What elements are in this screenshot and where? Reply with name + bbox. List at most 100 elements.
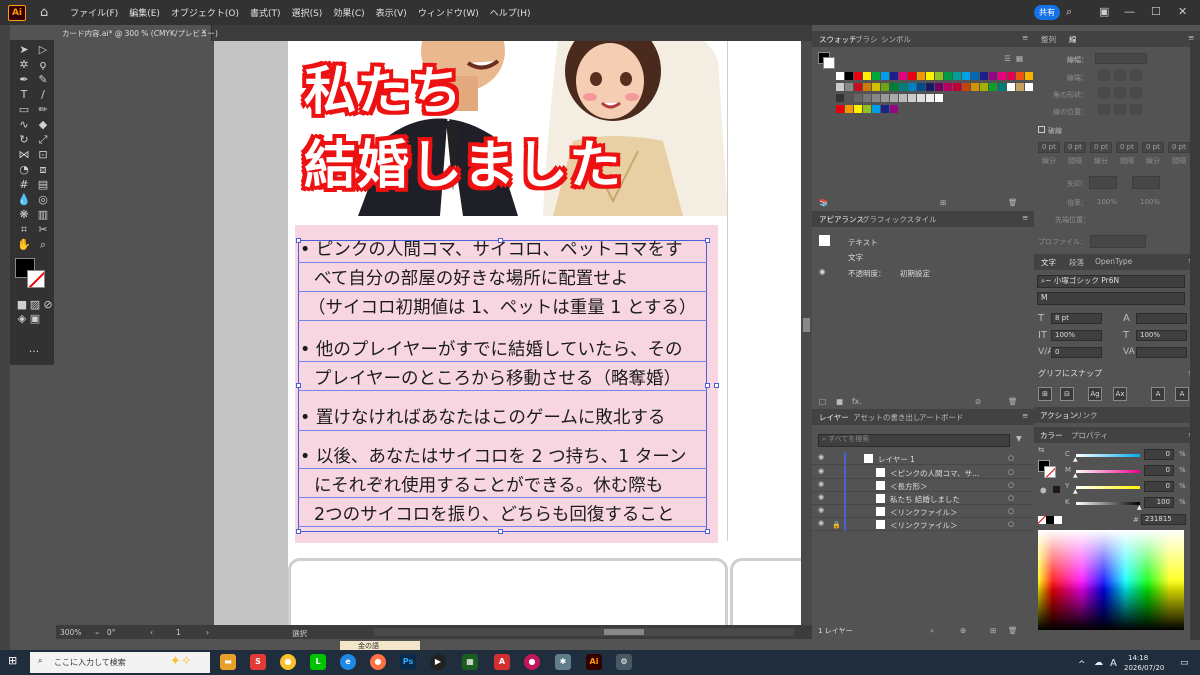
swatch[interactable] [917, 83, 925, 91]
vertical-scrollbar[interactable] [801, 41, 812, 625]
appearance-text[interactable]: テキスト [848, 237, 878, 248]
layers-search-input[interactable]: ⌕ すべてを検索 [818, 434, 1010, 447]
channel-slider[interactable] [1076, 486, 1140, 489]
add-stroke-icon[interactable]: □ [819, 397, 826, 406]
arrow-end-select[interactable] [1132, 176, 1160, 189]
swatch[interactable] [899, 72, 907, 80]
appearance-char[interactable]: 文字 [848, 252, 863, 263]
type-tool-icon[interactable]: T [16, 88, 32, 102]
swatch[interactable] [953, 83, 961, 91]
snap-angle-button[interactable]: A [1151, 387, 1165, 401]
swatch-stroke[interactable] [823, 57, 835, 69]
swatch[interactable] [980, 72, 988, 80]
swap-colors-icon[interactable]: ⇆ [1038, 445, 1044, 454]
dash-value-field[interactable]: 0 pt [1142, 142, 1164, 153]
profile-select[interactable] [1090, 235, 1146, 248]
photoshop-icon[interactable]: Ps [400, 654, 416, 670]
swatch[interactable] [836, 105, 844, 113]
stroke-weight-field[interactable] [1095, 53, 1147, 64]
swatch[interactable] [845, 72, 853, 80]
symbol-sprayer-icon[interactable]: ❋ [16, 208, 32, 222]
hand-tool-icon[interactable]: ✋ [16, 238, 32, 252]
dash-value-field[interactable]: 0 pt [1064, 142, 1086, 153]
filter-icon[interactable]: ▼ [1016, 434, 1022, 443]
lasso-icon[interactable]: ϙ [35, 58, 51, 72]
width-tool-icon[interactable]: ⋈ [16, 148, 32, 162]
grid-view-icon[interactable]: ▦ [1016, 54, 1023, 63]
dashed-checkbox[interactable] [1038, 126, 1045, 133]
illustrator-taskbar-icon[interactable]: Ai [586, 654, 602, 670]
swatch[interactable] [971, 72, 979, 80]
dash-fields[interactable]: 0 pt 線分 0 pt 間隔 0 pt 線分 0 pt 間隔 0 pt 線分 0 pt 間隔 [1038, 142, 1198, 170]
graph-tool-icon[interactable]: ▥ [35, 208, 51, 222]
swatch[interactable] [926, 83, 934, 91]
swatch[interactable] [845, 105, 853, 113]
bullet-1-line-3[interactable]: （サイコロ初期値は 1、ペットは重量 1 とする） [308, 294, 696, 323]
swatch[interactable] [998, 72, 1006, 80]
delete-layer-icon[interactable]: 🗑 [1008, 626, 1018, 635]
swatch[interactable] [1007, 72, 1015, 80]
mesh-icon[interactable]: # [16, 178, 32, 192]
eraser-icon[interactable]: ◆ [35, 118, 51, 132]
tab-appearance[interactable]: アピアランス [819, 214, 864, 225]
maximize-icon[interactable]: ☐ [1151, 5, 1161, 18]
scale-start[interactable]: 100% [1097, 198, 1117, 206]
app-grid-icon[interactable]: ▦ [462, 654, 478, 670]
swatch[interactable] [962, 83, 970, 91]
scale-icon[interactable]: ⤢ [35, 133, 51, 147]
bullet-3-line-1[interactable]: • 置けなければあなたはこのゲームに敗北する [300, 404, 665, 433]
vertical-scale-field[interactable]: 100% [1051, 330, 1102, 341]
tray-up-icon[interactable]: ^ [1078, 660, 1086, 670]
tab-opentype[interactable]: OpenType [1095, 257, 1132, 266]
selection-tool-icon[interactable]: ➤ [16, 43, 32, 57]
tab-graphic-styles[interactable]: グラフィックスタイル [862, 214, 937, 225]
target-circle-icon[interactable]: ○ [1008, 494, 1014, 502]
minimize-icon[interactable]: — [1124, 5, 1135, 18]
menu-window[interactable]: ウィンドウ(W) [418, 6, 479, 19]
swatch[interactable] [836, 94, 844, 102]
gradient-icon[interactable]: ▤ [35, 178, 51, 192]
channel-value[interactable]: 0 [1144, 465, 1174, 476]
channel-slider[interactable] [1076, 454, 1140, 457]
bullet-2-line-1[interactable]: • 他のプレイヤーがすでに結婚していたら、その [300, 336, 683, 365]
hex-field[interactable]: 231815 [1141, 514, 1186, 525]
swatch[interactable] [899, 94, 907, 102]
chrome-icon[interactable]: ● [280, 654, 296, 670]
color-stroke-swatch[interactable] [1044, 466, 1056, 478]
gamut-color[interactable] [1053, 486, 1060, 493]
edge-icon[interactable]: e [340, 654, 356, 670]
slider-thumb[interactable]: ▲ [1137, 504, 1142, 511]
rotation-value[interactable]: 0° [107, 628, 116, 637]
new-layer-icon[interactable]: ⊞ [990, 626, 996, 635]
swatch[interactable] [863, 72, 871, 80]
blend-icon[interactable]: ◎ [35, 193, 51, 207]
swatch[interactable] [935, 83, 943, 91]
channel-slider[interactable] [1076, 502, 1140, 505]
layer-row-item[interactable]: ◉ 私たち 結婚しました ○ [812, 492, 1034, 505]
swatch[interactable] [881, 105, 889, 113]
media-player-icon[interactable]: ▶ [430, 654, 446, 670]
blob-brush-icon[interactable]: ∿ [16, 118, 32, 132]
none-mode-icon[interactable]: ⊘ [40, 298, 56, 312]
tracking-field[interactable] [1136, 347, 1187, 358]
dash-value-field[interactable]: 0 pt [1090, 142, 1112, 153]
channel-slider[interactable] [1076, 470, 1140, 473]
swatch[interactable] [917, 94, 925, 102]
swatch-library-icon[interactable]: 📚 [819, 198, 828, 207]
visibility-eye-icon[interactable]: ◉ [818, 480, 824, 488]
swatch[interactable] [1016, 72, 1024, 80]
none-color[interactable] [1038, 516, 1046, 524]
swatch[interactable] [881, 94, 889, 102]
tab-character[interactable]: 文字 [1041, 257, 1056, 268]
swatch[interactable] [881, 72, 889, 80]
menu-select[interactable]: 選択(S) [292, 6, 323, 19]
horizontal-scale-field[interactable]: 100% [1136, 330, 1187, 341]
menu-edit[interactable]: 編集(E) [129, 6, 160, 19]
swatch[interactable] [989, 72, 997, 80]
search-icon[interactable]: ⌕ [1066, 5, 1072, 19]
swatch[interactable] [836, 83, 844, 91]
swatch[interactable] [863, 105, 871, 113]
ime-icon[interactable]: A [1110, 658, 1117, 669]
menu-view[interactable]: 表示(V) [376, 6, 407, 19]
slack-icon[interactable]: ✱ [555, 654, 571, 670]
